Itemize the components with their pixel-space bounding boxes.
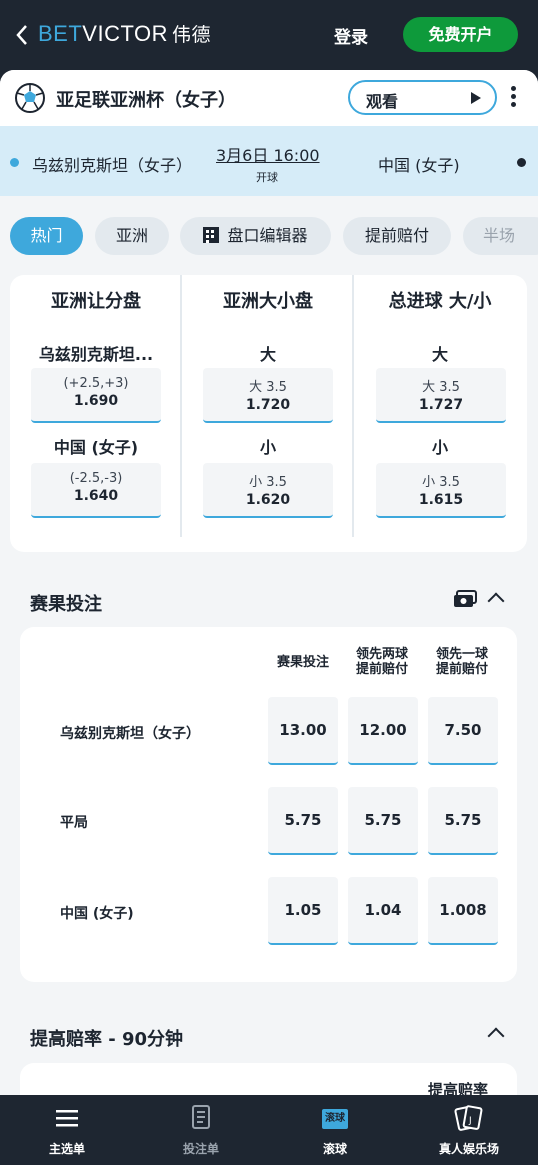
odds-button[interactable]: 1.05 xyxy=(268,877,338,945)
market-title-asian-total: 亚洲大小盘 xyxy=(223,291,313,312)
odds-button[interactable]: 大 3.5 1.727 xyxy=(376,368,506,423)
cards-icon: J xyxy=(454,1105,483,1131)
selection-label: 大 xyxy=(431,345,448,364)
section-title-odds-boost: 提高赔率 - 90分钟 xyxy=(30,1029,184,1050)
football-icon xyxy=(15,83,45,113)
scoreboard: 乌兹别克斯坦（女子） 3月6日 16:00 开球 中国 (女子) xyxy=(0,126,538,196)
back-arrow-icon[interactable] xyxy=(14,22,32,48)
odds-button[interactable]: (+2.5,+3) 1.690 xyxy=(31,368,161,423)
odds-button[interactable]: 5.75 xyxy=(348,787,418,855)
odds-button[interactable]: 7.50 xyxy=(428,697,498,765)
selection-label: 乌兹别克斯坦... xyxy=(38,345,154,364)
play-icon xyxy=(471,92,481,104)
event-header: 亚足联亚洲杯（女子） 观看 xyxy=(0,70,538,126)
betslip-icon xyxy=(192,1105,210,1129)
column-header: 领先一球 提前赔付 xyxy=(435,647,488,677)
column-divider xyxy=(180,275,182,537)
odds-button[interactable]: 大 3.5 1.720 xyxy=(203,368,333,423)
selection-label: 小 xyxy=(259,438,276,457)
calculator-icon xyxy=(203,227,220,243)
odds-button[interactable]: 5.75 xyxy=(428,787,498,855)
brand-logo[interactable]: BETVICTOR 伟德 xyxy=(38,20,211,47)
column-header: 赛果投注 xyxy=(276,655,329,670)
odds-button[interactable]: 1.04 xyxy=(348,877,418,945)
odds-button[interactable]: (-2.5,-3) 1.640 xyxy=(31,463,161,518)
odds-button[interactable]: 12.00 xyxy=(348,697,418,765)
bottom-navigation: 主选单 投注单 滚球 滚球 J 真人娱乐场 xyxy=(0,1095,538,1165)
selection-label: 中国 (女子) xyxy=(53,438,139,457)
selection-label: 小 xyxy=(431,438,448,457)
nav-live-casino[interactable]: J 真人娱乐场 xyxy=(402,1095,536,1165)
main-markets-card: 亚洲让分盘 亚洲大小盘 总进球 大/小 乌兹别克斯坦... 大 大 (+2.5,… xyxy=(10,275,527,552)
register-button[interactable]: 免费开户 xyxy=(403,17,518,52)
kickoff-time: 3月6日 16:00 xyxy=(216,146,320,165)
event-title: 亚足联亚洲杯（女子） xyxy=(56,90,236,111)
watch-button[interactable]: 观看 xyxy=(348,80,497,115)
row-label: 平局 xyxy=(60,815,88,831)
collapse-chevron-icon[interactable] xyxy=(487,592,505,610)
tab-bet-builder[interactable]: 盘口编辑器 xyxy=(180,217,331,255)
match-result-card: 赛果投注 领先两球 提前赔付 领先一球 提前赔付 乌兹别克斯坦（女子） 13.0… xyxy=(20,627,517,982)
nav-betslip[interactable]: 投注单 xyxy=(134,1095,268,1165)
top-bar: BETVICTOR 伟德 登录 免费开户 xyxy=(0,0,538,70)
away-team: 中国 (女子) xyxy=(378,156,460,175)
odds-boost-card: 提高赔率 xyxy=(20,1063,517,1095)
more-options-icon[interactable] xyxy=(511,86,517,110)
nav-main-menu[interactable]: 主选单 xyxy=(0,1095,134,1165)
market-title-total-goals: 总进球 大/小 xyxy=(388,291,492,312)
collapse-chevron-icon[interactable] xyxy=(487,1027,505,1045)
column-divider xyxy=(352,275,354,537)
svg-text:J: J xyxy=(468,1116,472,1126)
column-header: 领先两球 提前赔付 xyxy=(355,647,408,677)
kickoff-label: 开球 xyxy=(256,171,278,184)
row-label: 中国 (女子) xyxy=(60,906,134,922)
tab-half-time[interactable]: 半场 xyxy=(463,217,538,255)
market-title-asian-handicap: 亚洲让分盘 xyxy=(51,291,141,312)
cash-out-icon[interactable] xyxy=(453,590,477,608)
menu-icon xyxy=(56,1110,78,1127)
odds-button[interactable]: 小 3.5 1.615 xyxy=(376,463,506,518)
section-title-match-result: 赛果投注 xyxy=(30,594,102,615)
column-header: 提高赔率 xyxy=(428,1081,489,1095)
login-link[interactable]: 登录 xyxy=(334,23,368,48)
live-icon: 滚球 xyxy=(322,1109,348,1129)
nav-live[interactable]: 滚球 滚球 xyxy=(268,1095,402,1165)
home-team: 乌兹别克斯坦（女子） xyxy=(32,156,193,175)
away-team-marker xyxy=(517,158,526,167)
selection-label: 大 xyxy=(259,345,276,364)
odds-button[interactable]: 1.008 xyxy=(428,877,498,945)
odds-button[interactable]: 5.75 xyxy=(268,787,338,855)
tab-early-payout[interactable]: 提前赔付 xyxy=(343,217,451,255)
tab-asian[interactable]: 亚洲 xyxy=(95,217,169,255)
odds-button[interactable]: 小 3.5 1.620 xyxy=(203,463,333,518)
event-sheet: 亚足联亚洲杯（女子） 观看 乌兹别克斯坦（女子） 3月6日 16:00 开球 中… xyxy=(0,70,538,1095)
tab-popular[interactable]: 热门 xyxy=(10,217,83,255)
row-label: 乌兹别克斯坦（女子） xyxy=(60,726,200,742)
home-team-marker xyxy=(10,158,19,167)
odds-button[interactable]: 13.00 xyxy=(268,697,338,765)
